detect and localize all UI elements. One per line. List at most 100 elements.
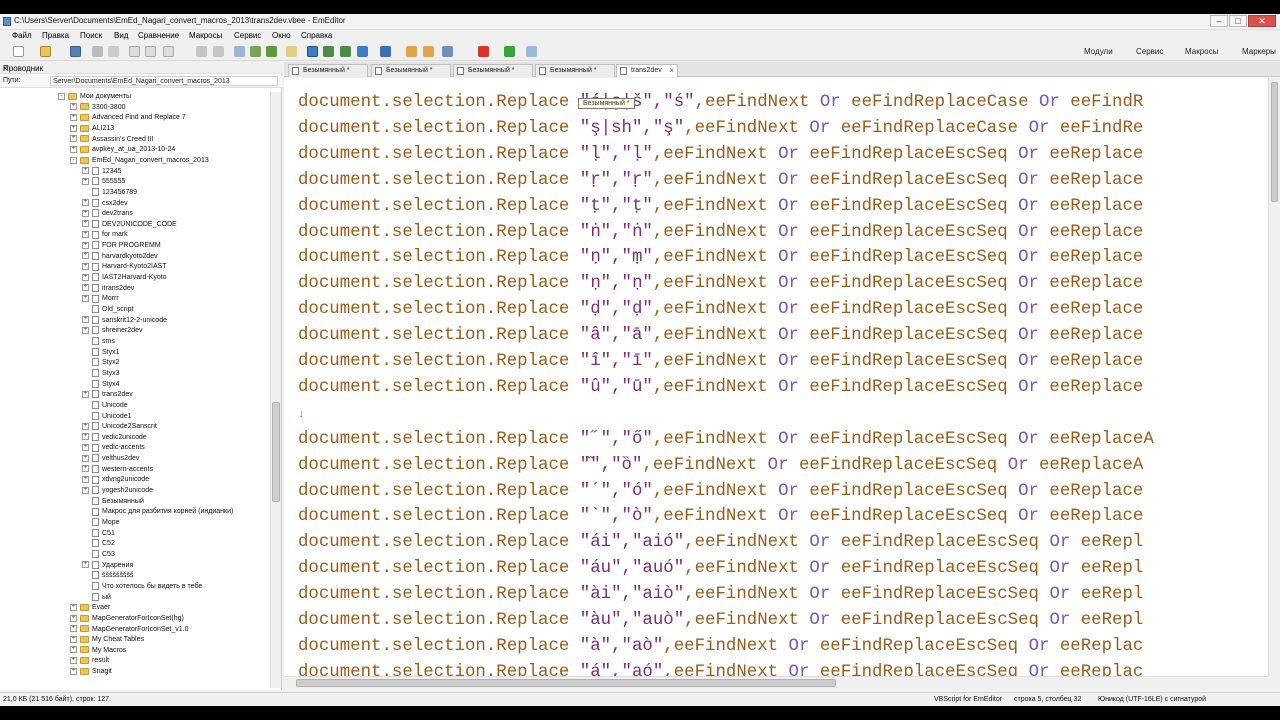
maximize-button[interactable]: □ [1229,15,1247,27]
find-next-icon[interactable] [250,46,261,57]
print-icon[interactable] [92,46,103,57]
undo-icon[interactable] [196,46,207,57]
code-line[interactable]: document.selection.Replace "à","aò",eeFi… [298,634,1143,660]
macro-run-icon[interactable] [504,46,515,57]
expand-icon[interactable]: + [82,231,89,239]
collapse-icon[interactable]: - [58,92,65,100]
expand-icon[interactable]: + [70,614,77,622]
tree-item[interactable]: ššššššššš [82,571,134,581]
tree-item[interactable]: Безымянный [82,496,144,507]
close-button[interactable]: ✕ [1248,15,1276,27]
expand-icon[interactable]: + [70,646,77,654]
tree-item[interactable]: Styx4 [82,379,120,390]
tree-item[interactable]: Unicode1 [82,411,132,422]
toolbar-macros[interactable]: Макросы [1185,47,1218,56]
tree-item[interactable]: + sanskrit12-2-unicode [82,315,167,326]
path-combobox[interactable]: Server\Documents\EmEd_Nagari_convert_mac… [50,76,278,86]
encoding-icon[interactable] [380,46,391,57]
code-line[interactable]: document.selection.Replace "ś|ç|š","ś",e… [298,90,1143,116]
tree-scrollbar[interactable] [270,92,281,688]
tree-item[interactable]: + DEV2UNICODE_CODE [82,219,177,230]
code-line[interactable]: document.selection.Replace "áu","auó",ee… [298,556,1143,582]
code-line[interactable]: ↓ [298,401,305,427]
code-line[interactable]: document.selection.Replace "´","ó",eeFin… [298,479,1143,505]
wrap-page-icon[interactable] [340,46,351,57]
window-icon[interactable] [442,46,453,57]
code-line[interactable]: document.selection.Replace "ṇ","ṃ",eeFin… [298,245,1143,271]
tab-4[interactable]: Безымянный * [535,64,615,77]
status-language[interactable]: VBScript for EmEditor [934,696,1002,703]
tree-folder[interactable]: + ALI213 [70,124,114,134]
toolbar-markers[interactable]: Маркеры [1242,47,1276,56]
tab-5[interactable]: trans2dev × [616,64,678,77]
code-line[interactable]: document.selection.Replace "ḍ","ḍ",eeFin… [298,297,1143,323]
code-line[interactable]: document.selection.Replace "ḷ","ḷ",eeFin… [298,142,1143,168]
wrap-none-icon[interactable] [307,46,318,57]
tree-item[interactable]: + vedic2unicode [82,432,147,443]
tree-item[interactable]: + Ударения [82,560,133,571]
tab-1[interactable]: Безымянный * [288,64,368,77]
settings-icon[interactable] [406,46,417,57]
tree-item[interactable]: + Morrr [82,294,119,304]
find-prev-icon[interactable] [266,46,277,57]
toolbar-tools[interactable]: Сервис [1136,47,1163,56]
print-preview-icon[interactable] [108,46,119,57]
code-line[interactable]: document.selection.Replace "̏","ȍ",eeFin… [298,453,1143,479]
paste-icon[interactable] [163,46,174,57]
code-line[interactable]: document.selection.Replace "â","ā",eeFin… [298,323,1143,349]
collapse-icon[interactable]: - [70,156,77,164]
tree-item[interactable]: Макрос для разбития корней (индианки) [82,507,233,517]
expand-icon[interactable]: + [70,635,77,643]
menu-search[interactable]: Поиск [80,31,102,40]
expand-icon[interactable]: + [82,295,89,302]
menu-help[interactable]: Справка [301,31,332,40]
tree-item[interactable]: Море [82,518,120,528]
cut-icon[interactable] [129,46,140,57]
explorer-close-icon[interactable]: × [3,64,8,73]
tree-folder[interactable]: - Мои документы [58,92,131,102]
menu-tools[interactable]: Сервис [234,31,261,40]
expand-icon[interactable]: + [82,390,89,398]
tree-item[interactable]: + xdvng2unicode [82,475,149,485]
save-icon[interactable] [70,46,81,57]
customize-icon[interactable] [423,46,434,57]
expand-icon[interactable]: + [70,625,77,633]
macro-stop-icon[interactable] [478,46,489,57]
menu-window[interactable]: Окно [272,31,291,40]
menu-file[interactable]: Файл [12,31,32,40]
tab-close-icon[interactable]: × [669,65,674,77]
code-line[interactable]: document.selection.Replace "ṅ","ṅ",eeFin… [298,220,1143,246]
code-line[interactable]: document.selection.Replace "˝","ő",eeFin… [298,427,1154,453]
editor-horizontal-scrollbar[interactable] [284,676,1268,690]
tree-item[interactable]: + western-accents [82,464,153,475]
tree-item[interactable]: + harvardkyoto2dev [82,251,158,262]
expand-icon[interactable]: + [70,124,77,132]
expand-icon[interactable]: + [82,422,89,430]
plugin-icon[interactable] [526,46,537,57]
tree-folder[interactable]: + result [70,656,109,666]
tree-item[interactable]: + trans2dev [82,390,133,400]
menu-macros[interactable]: Макросы [189,31,222,40]
wrap-window-icon[interactable] [323,46,334,57]
tree-item[interactable]: 123456789 [82,188,137,198]
menu-compare[interactable]: Сравнение [138,31,179,40]
expand-icon[interactable]: + [70,103,77,111]
tree-item[interactable]: + for mark [82,230,128,240]
tree-item[interactable]: С52 [82,539,115,549]
tree-item[interactable]: + dev2trans [82,209,133,219]
code-line[interactable]: document.selection.Replace "`","ò",eeFin… [298,504,1143,530]
code-editor[interactable]: document.selection.Replace "ś|ç|š","ś",e… [284,78,1268,676]
expand-icon[interactable]: + [82,199,89,207]
tree-item[interactable]: + IAST2Harvard-Kyoto [82,273,167,283]
tree-folder[interactable]: + Evaer [70,603,110,613]
expand-icon[interactable]: + [82,263,89,271]
tree-item[interactable]: Styx3 [82,369,120,379]
code-line[interactable]: document.selection.Replace "û","ū",eeFin… [298,375,1143,401]
tree-item[interactable]: С53 [82,550,115,560]
tree-item[interactable]: С51 [82,528,115,539]
expand-icon[interactable]: + [82,220,89,228]
tree-item[interactable]: ый [82,592,111,603]
tree-item[interactable]: + FOR PROGREMM [82,241,161,251]
tree-item[interactable]: + Harvard-Kyoto2IAST [82,262,167,272]
tree-scrollbar-thumb[interactable] [272,402,280,502]
